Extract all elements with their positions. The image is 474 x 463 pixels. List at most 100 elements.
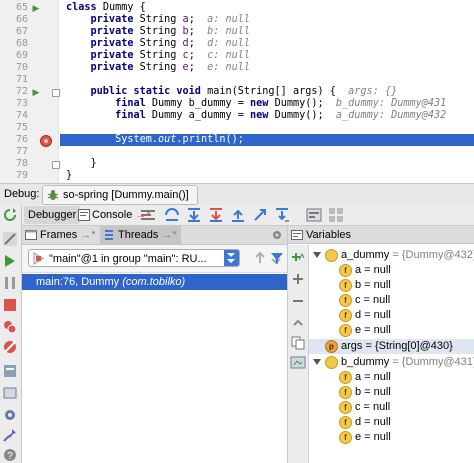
settings-gear-icon[interactable] xyxy=(2,407,18,423)
code-editor[interactable]: 65 66 67 68 69 70 71 72 73 74 75 76 77 78 79 ▶ ▶ class D… xyxy=(0,0,474,183)
variables-side-toolbar xyxy=(288,245,309,463)
field-row[interactable]: fd = null xyxy=(309,308,474,323)
variables-icon xyxy=(291,230,303,240)
code-line-execution-point[interactable]: System.out.println(); xyxy=(60,134,474,146)
debug-session-tab[interactable]: so-spring [Dummy.main()] xyxy=(42,185,198,205)
field-row[interactable]: fe = null xyxy=(309,323,474,338)
filter-icon[interactable] xyxy=(270,251,284,265)
field-icon: f xyxy=(339,431,352,444)
tab-debugger[interactable]: Debugger xyxy=(24,206,81,224)
code-line[interactable]: class Dummy { xyxy=(66,2,474,14)
field-icon: f xyxy=(339,386,352,399)
editor-gutter[interactable]: 65 66 67 68 69 70 71 72 73 74 75 76 77 78 79 ▶ ▶ xyxy=(0,0,60,183)
line-number: 72 xyxy=(15,86,28,97)
code-token: Dummy(); xyxy=(274,98,336,109)
run-to-cursor-icon[interactable] xyxy=(274,207,290,223)
code-line[interactable]: private String a; a: null xyxy=(66,14,474,26)
add-icon[interactable] xyxy=(290,271,306,287)
fold-marker-icon[interactable] xyxy=(52,89,60,97)
stop-icon[interactable] xyxy=(2,297,18,313)
code-line[interactable]: private String e; e: null xyxy=(66,62,474,74)
variable-name: args xyxy=(341,340,363,352)
code-line[interactable]: private String b; b: null xyxy=(66,26,474,38)
field-row[interactable]: fa = null xyxy=(309,370,474,385)
field-row[interactable]: fb = null xyxy=(309,385,474,400)
chevron-up-down-icon[interactable] xyxy=(224,250,239,266)
field-icon: f xyxy=(339,264,352,277)
remove-icon[interactable] xyxy=(290,293,306,309)
layout-grid-icon[interactable] xyxy=(328,207,344,223)
get-thread-dump-icon[interactable] xyxy=(2,363,18,379)
evaluate-expression-icon[interactable] xyxy=(306,207,322,223)
field-row[interactable]: fc = null xyxy=(309,400,474,415)
code-line[interactable]: final Dummy a_dummy = new Dummy(); a_dum… xyxy=(66,110,474,122)
field-row[interactable]: fb = null xyxy=(309,278,474,293)
variable-b-dummy[interactable]: b_dummy = {Dummy@431} xyxy=(309,355,474,370)
tab-threads[interactable]: Threads →* xyxy=(100,226,181,244)
field-row[interactable]: fa = null xyxy=(309,263,474,278)
field-row[interactable]: fc = null xyxy=(309,293,474,308)
new-watch-icon[interactable] xyxy=(290,249,306,265)
code-line[interactable]: private String d; d: null xyxy=(66,38,474,50)
breakpoint-icon[interactable] xyxy=(40,135,52,147)
code-token: String xyxy=(139,26,183,37)
code-line[interactable] xyxy=(66,146,474,158)
variable-args[interactable]: p args = {String[0]@430} xyxy=(309,339,474,354)
step-out-icon[interactable] xyxy=(230,207,246,223)
code-line[interactable] xyxy=(66,122,474,134)
variables-title: Variables xyxy=(306,229,352,241)
chevron-down-icon[interactable] xyxy=(313,359,321,365)
move-up-icon[interactable] xyxy=(290,315,306,331)
restore-layout-icon[interactable] xyxy=(2,385,18,401)
tab-threads-label: Threads xyxy=(118,229,159,241)
field-value: a = null xyxy=(355,264,391,276)
run-gutter-icon[interactable]: ▶ xyxy=(31,86,41,98)
view-breakpoints-icon[interactable] xyxy=(2,319,18,335)
variable-a-dummy[interactable]: a_dummy = {Dummy@432} xyxy=(309,248,474,263)
frames-settings-gear-icon[interactable] xyxy=(271,229,283,241)
thread-suspended-icon xyxy=(33,252,44,265)
force-step-into-icon[interactable] xyxy=(208,207,224,223)
step-into-icon[interactable] xyxy=(186,207,202,223)
code-line[interactable]: private String c; c: null xyxy=(66,50,474,62)
code-token: Dummy { xyxy=(102,2,146,13)
resume-icon[interactable] xyxy=(2,253,18,269)
pause-icon[interactable] xyxy=(2,275,18,291)
copy-icon[interactable] xyxy=(290,335,306,351)
stack-frame-item[interactable]: main:76, Dummy (com.tobilko) xyxy=(22,274,287,290)
help-icon[interactable]: ? xyxy=(2,447,18,463)
run-gutter-icon[interactable]: ▶ xyxy=(31,2,41,14)
code-line[interactable]: } xyxy=(66,158,474,170)
view-breakpoints-settings-icon[interactable] xyxy=(2,231,18,247)
tab-frames[interactable]: Frames →* xyxy=(22,226,100,244)
step-over-icon[interactable] xyxy=(164,207,180,223)
restore-view-icon[interactable] xyxy=(290,355,306,371)
tab-frames-pin-indicator: →* xyxy=(80,229,96,241)
arrow-up-icon[interactable] xyxy=(253,251,267,265)
code-token: private xyxy=(66,50,140,61)
line-number: 77 xyxy=(15,146,28,157)
field-row[interactable]: fd = null xyxy=(309,415,474,430)
code-line[interactable]: final Dummy b_dummy = new Dummy(); b_dum… xyxy=(66,98,474,110)
field-value: d = null xyxy=(355,416,391,428)
mute-breakpoints-icon[interactable] xyxy=(2,339,18,355)
pin-icon[interactable] xyxy=(2,427,18,443)
drop-frame-icon[interactable] xyxy=(252,207,268,223)
fold-marker-icon[interactable] xyxy=(52,161,60,169)
thread-select[interactable]: "main"@1 in group "main": RU... xyxy=(28,249,240,267)
code-token: .println(); xyxy=(176,134,244,145)
code-area[interactable]: class Dummy { private String a; a: null … xyxy=(60,0,474,183)
code-line[interactable] xyxy=(66,74,474,86)
code-token: ; xyxy=(188,38,208,49)
rerun-icon[interactable] xyxy=(2,207,18,223)
field-icon: f xyxy=(339,401,352,414)
show-execution-point-icon[interactable] xyxy=(140,207,156,223)
chevron-down-icon[interactable] xyxy=(313,252,321,258)
code-line[interactable]: public static void main(String[] args) {… xyxy=(66,86,474,98)
line-number: 67 xyxy=(15,26,28,37)
field-icon: f xyxy=(339,309,352,322)
code-token: public static void xyxy=(66,86,208,97)
field-row[interactable]: fe = null xyxy=(309,430,474,445)
code-token: Dummy a_dummy = xyxy=(151,110,251,121)
code-line[interactable]: } xyxy=(66,170,474,182)
